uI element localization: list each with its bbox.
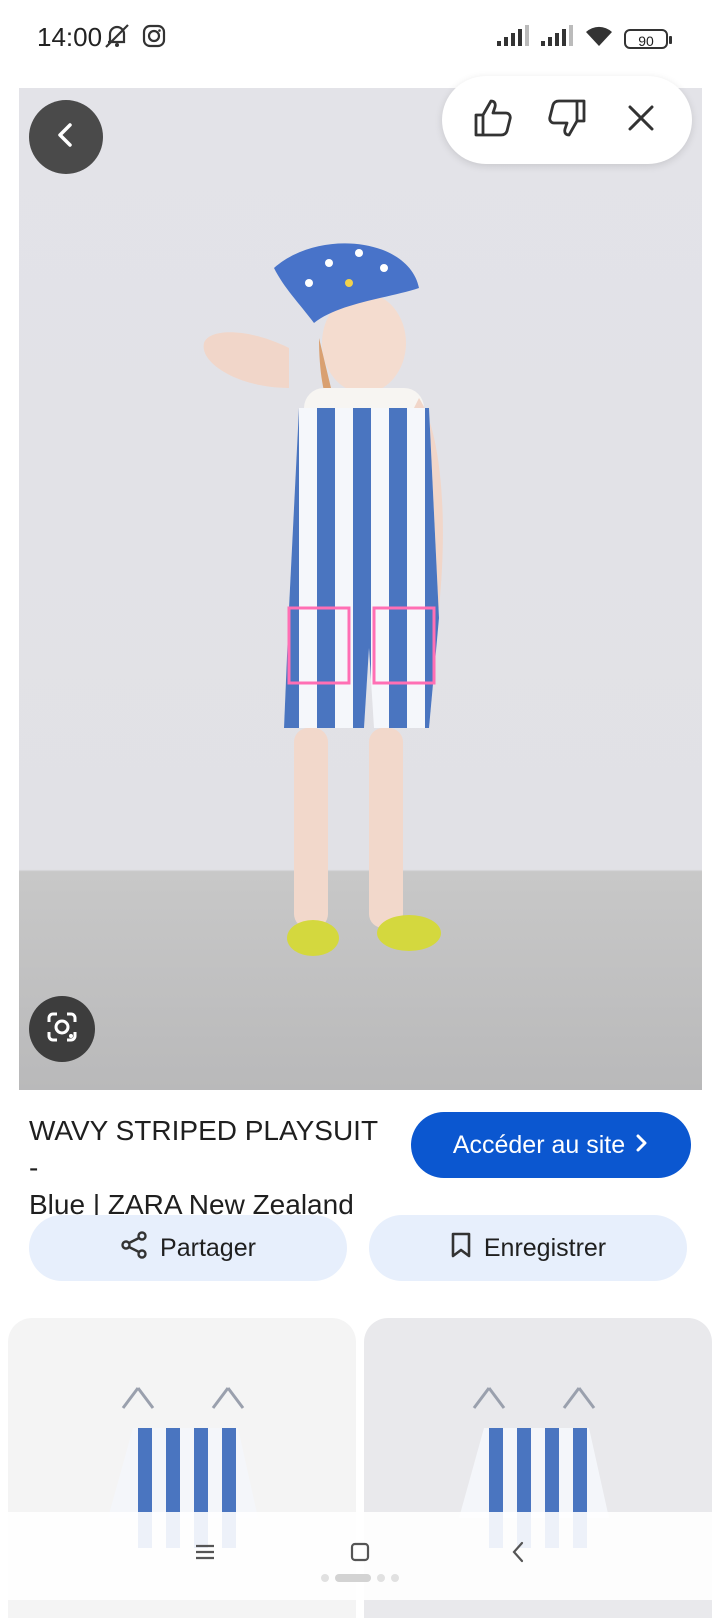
status-bar: 14:00 90 xyxy=(0,0,720,80)
close-icon xyxy=(626,103,656,138)
chevron-right-icon xyxy=(635,1131,649,1160)
menu-icon xyxy=(193,1542,217,1567)
product-image[interactable] xyxy=(19,88,702,1090)
home-nav-button[interactable] xyxy=(338,1534,382,1574)
page-dot xyxy=(377,1574,385,1582)
back-nav-button[interactable] xyxy=(496,1534,540,1574)
lens-button[interactable] xyxy=(29,996,95,1062)
chevron-left-icon xyxy=(54,121,78,154)
share-label: Partager xyxy=(160,1233,256,1262)
close-button[interactable] xyxy=(616,95,666,145)
page-dot-active xyxy=(335,1574,371,1582)
visit-site-label: Accéder au site xyxy=(452,1130,626,1159)
battery-indicator: 90 xyxy=(624,28,672,49)
product-title-line1: WAVY STRIPED PLAYSUIT - xyxy=(29,1115,378,1183)
home-square-icon xyxy=(349,1541,371,1568)
chevron-left-icon xyxy=(510,1540,526,1569)
google-lens-icon xyxy=(45,1010,79,1049)
model-illustration xyxy=(203,243,443,956)
menu-nav-button[interactable] xyxy=(183,1534,227,1574)
page-dot xyxy=(391,1574,399,1582)
bookmark-icon xyxy=(450,1231,472,1266)
back-button[interactable] xyxy=(29,100,103,174)
thumbs-down-button[interactable] xyxy=(542,95,592,145)
thumbs-up-button[interactable] xyxy=(468,95,518,145)
signal-icon xyxy=(496,25,530,52)
navigation-bar xyxy=(0,1512,720,1600)
thumbs-up-icon xyxy=(472,97,514,144)
thumbs-down-icon xyxy=(546,97,588,144)
page-dot xyxy=(321,1574,329,1582)
product-title[interactable]: WAVY STRIPED PLAYSUIT - Blue | ZARA New … xyxy=(29,1112,389,1223)
page-indicator xyxy=(0,1574,720,1582)
share-button[interactable]: Partager xyxy=(29,1215,347,1281)
wifi-icon xyxy=(584,24,614,53)
save-button[interactable]: Enregistrer xyxy=(369,1215,687,1281)
feedback-pill xyxy=(442,76,692,164)
instagram-icon xyxy=(142,24,166,53)
status-time: 14:00 xyxy=(37,22,103,52)
muted-bell-icon xyxy=(102,22,132,55)
share-icon xyxy=(120,1230,148,1266)
save-label: Enregistrer xyxy=(483,1233,607,1262)
visit-site-button[interactable]: Accéder au site xyxy=(411,1112,691,1178)
signal-icon-2 xyxy=(540,25,574,52)
